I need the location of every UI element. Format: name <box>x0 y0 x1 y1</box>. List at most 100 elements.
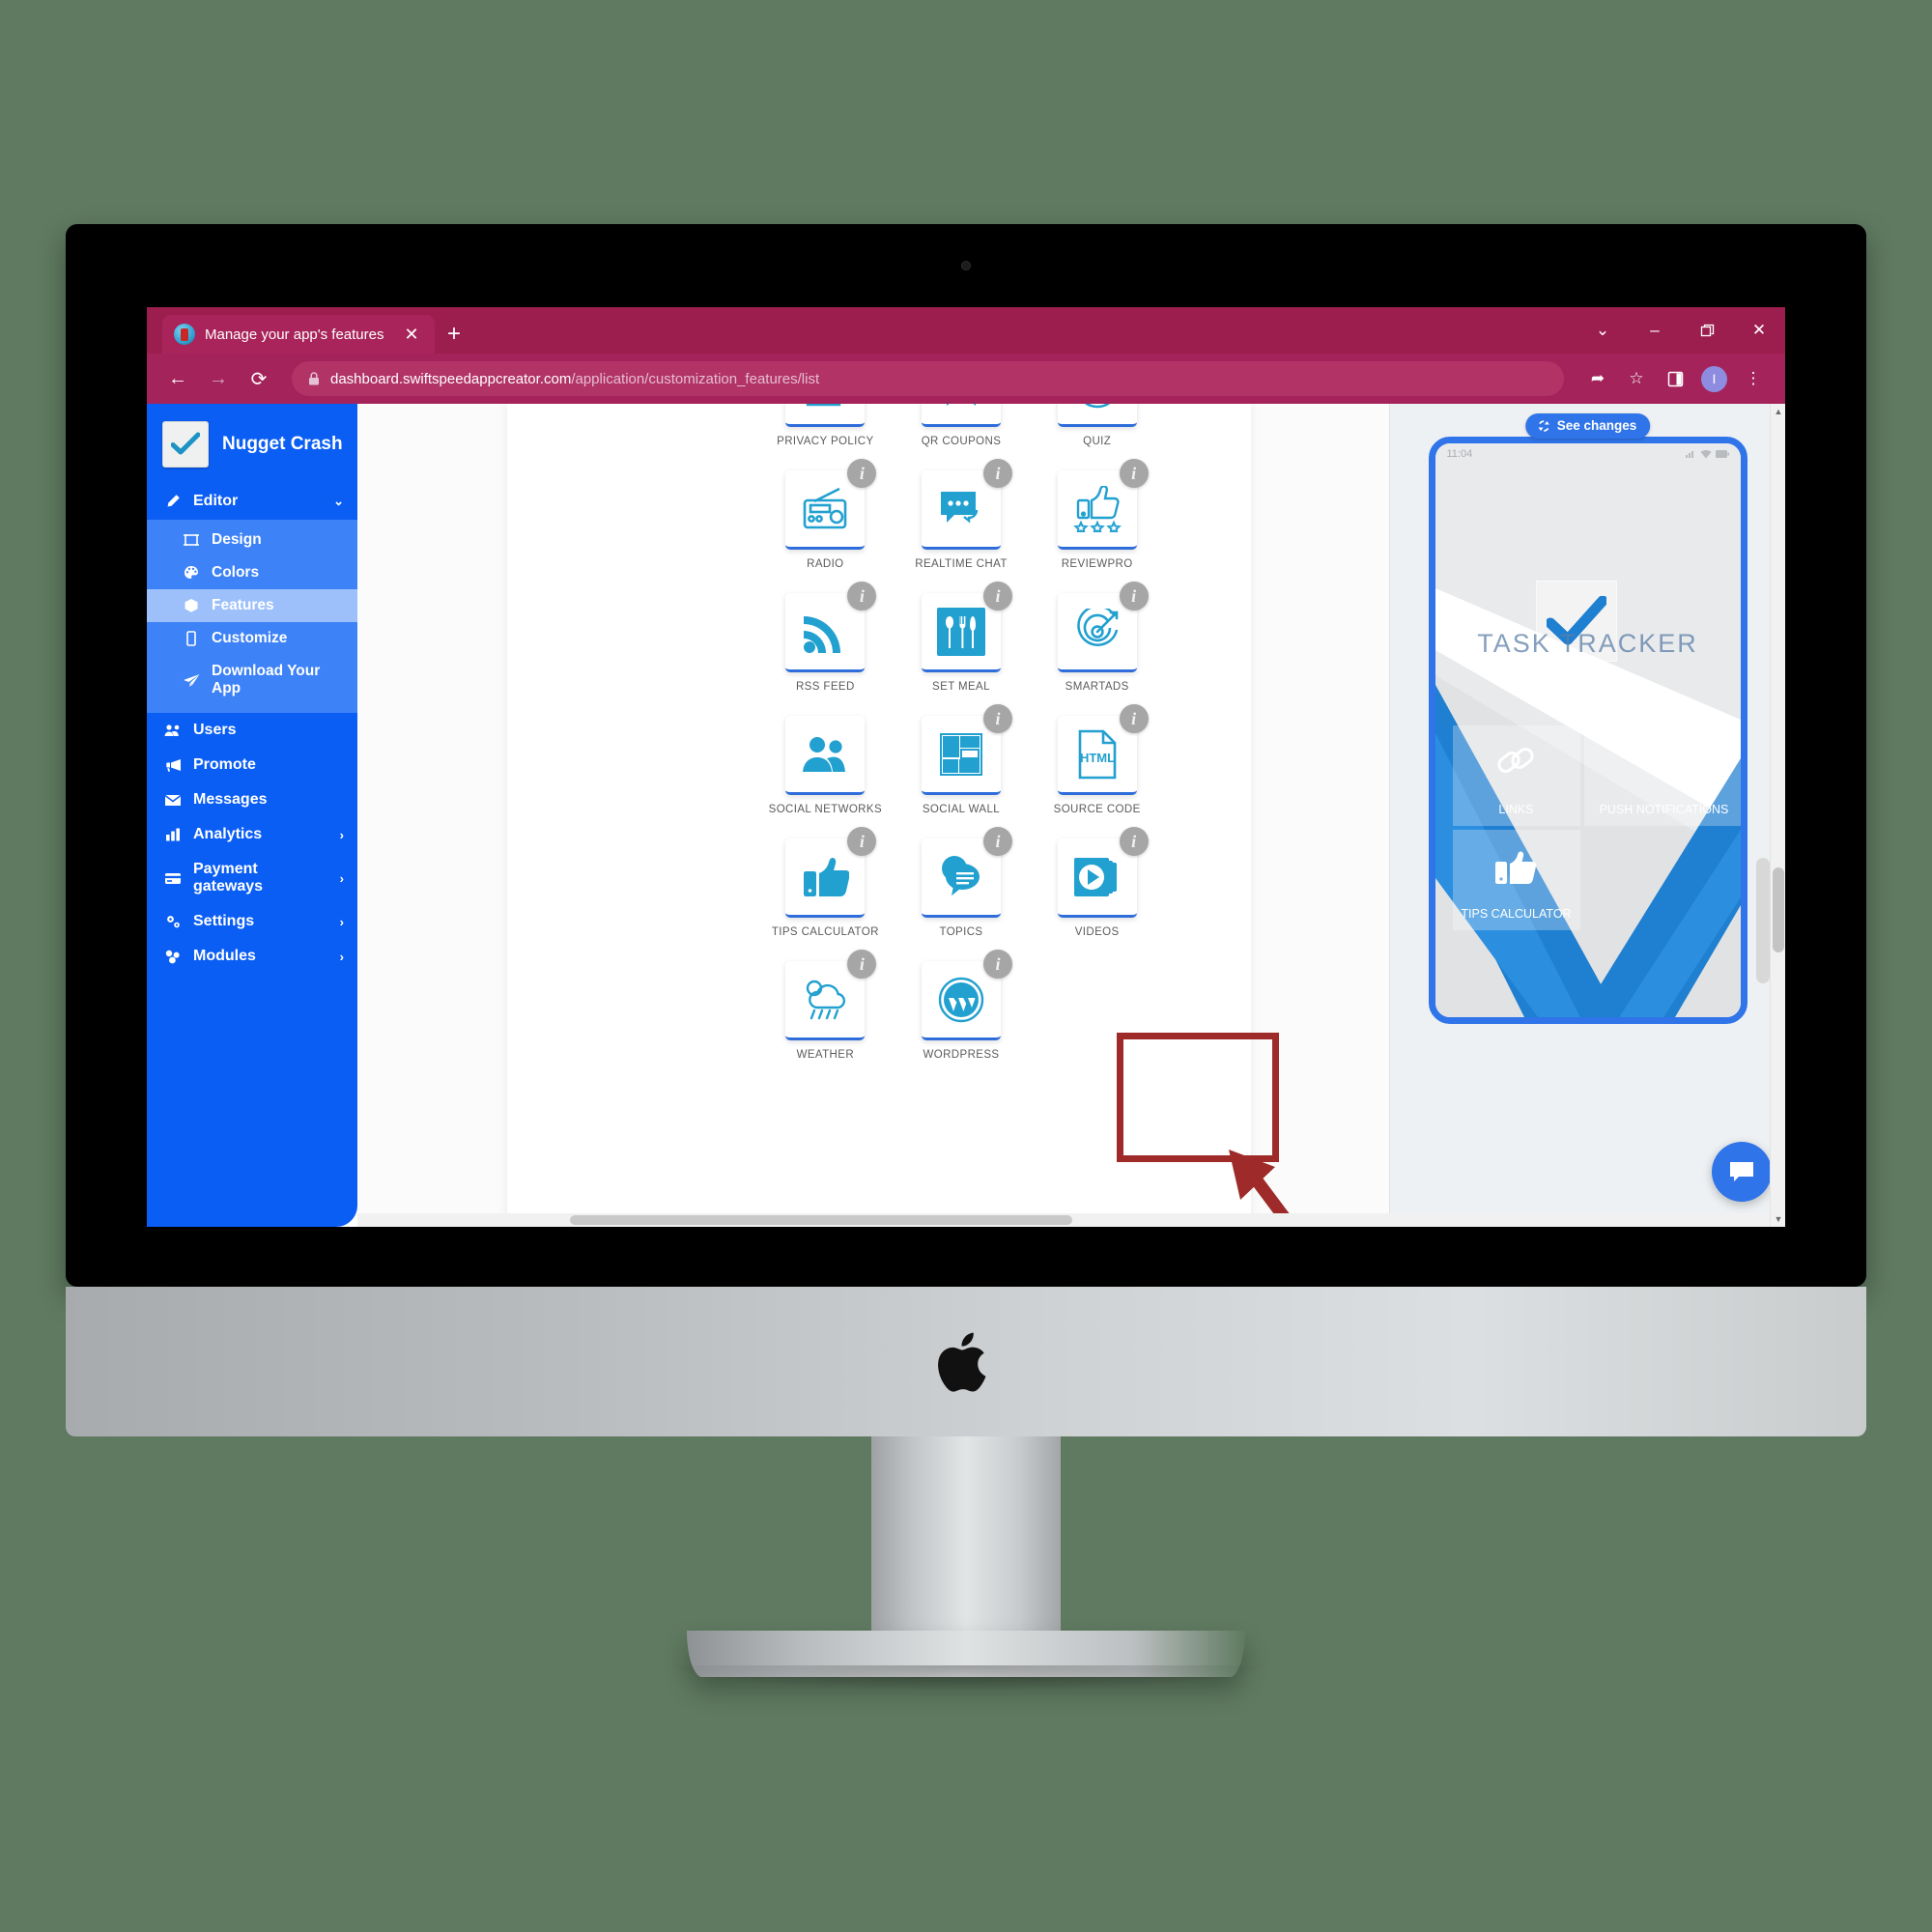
thumbs-up-phone-icon <box>1493 847 1540 891</box>
thumbs-up-phone-icon <box>801 855 850 899</box>
thumbs-up-stars-icon <box>1072 485 1122 532</box>
info-badge[interactable]: i <box>982 827 1012 856</box>
monitor-chin <box>66 1287 1866 1436</box>
preview-tile-links[interactable]: LINKS <box>1452 725 1580 826</box>
back-icon[interactable]: ← <box>160 361 195 396</box>
chat-fab-button[interactable] <box>1712 1142 1772 1202</box>
preview-tile-push-notifications[interactable]: PUSH NOTIFICATIONS <box>1583 725 1741 826</box>
page-scrollbar[interactable]: ▲ ▼ <box>1770 404 1785 1227</box>
feature-tile-privacy-policy[interactable] <box>785 404 866 427</box>
sidebar-group-editor[interactable]: Editor ⌄ <box>147 483 357 520</box>
feature-cell: HTML i SOURCE CODE <box>1035 704 1159 815</box>
close-icon[interactable]: ✕ <box>400 323 423 346</box>
info-badge[interactable]: i <box>1119 827 1149 856</box>
feature-tile-set-meal[interactable]: i <box>921 582 1012 672</box>
sidebar-item-download-your-app-label: Download Your App <box>212 663 321 696</box>
feature-tile-smartads[interactable]: i <box>1057 582 1149 672</box>
feature-tile-qr-coupons[interactable] <box>921 404 1001 427</box>
feature-cell: QUIZ <box>1035 404 1159 447</box>
info-badge[interactable]: i <box>847 950 877 979</box>
info-badge[interactable]: i <box>847 582 877 611</box>
feature-cell: i WEATHER <box>763 950 888 1061</box>
info-badge[interactable]: i <box>982 950 1012 979</box>
app-preview-panel: See changes 11:04 TASK TRACKER LINKS PUS… <box>1389 404 1785 1227</box>
feature-tile-tips-calculator[interactable]: i <box>785 827 877 918</box>
feature-label: REALTIME CHAT <box>915 558 1008 570</box>
scrollbar-thumb[interactable] <box>1773 867 1784 952</box>
feature-tile-videos[interactable]: i <box>1057 827 1149 918</box>
feature-tile-social-wall[interactable]: i <box>921 704 1012 795</box>
info-badge[interactable]: i <box>1119 704 1149 733</box>
sidebar-item-promote[interactable]: Promote <box>147 748 357 782</box>
reload-icon[interactable]: ⟳ <box>242 361 276 396</box>
sidebar-item-messages[interactable]: Messages <box>147 782 357 817</box>
feature-tile-rss-feed[interactable]: i <box>785 582 877 672</box>
feature-tile-realtime-chat[interactable]: i <box>921 459 1012 550</box>
paper-plane-icon <box>182 673 201 688</box>
feature-tile-reviewpro[interactable]: i <box>1057 459 1149 550</box>
feature-tile-quiz[interactable] <box>1057 404 1137 427</box>
address-bar[interactable]: dashboard.swiftspeedappcreator.com/appli… <box>292 361 1564 396</box>
window-controls: ⌄ – ✕ <box>1577 307 1785 354</box>
bookmark-icon <box>943 404 980 410</box>
preview-tile-tips-calculator[interactable]: TIPS CALCULATOR <box>1452 830 1580 930</box>
sidebar-item-download-your-app[interactable]: Download Your App <box>147 655 357 705</box>
feature-cell: i SMARTADS <box>1035 582 1159 693</box>
envelope-icon <box>163 794 183 807</box>
sidebar-item-features[interactable]: Features <box>147 589 357 622</box>
sidebar-item-modules-label: Modules <box>193 948 256 964</box>
preview-scrollbar[interactable] <box>1756 858 1770 983</box>
browser-tab[interactable]: Manage your app's features ✕ <box>162 315 435 354</box>
feature-tile-topics[interactable]: i <box>921 827 1012 918</box>
sidebar-item-modules[interactable]: Modules › <box>147 939 357 974</box>
profile-avatar[interactable]: I <box>1701 365 1727 392</box>
share-icon[interactable]: ➦ <box>1579 360 1616 397</box>
new-tab-button[interactable]: + <box>435 315 473 354</box>
chevron-right-icon: › <box>339 827 344 842</box>
megaphone-icon <box>1639 743 1690 784</box>
see-changes-button[interactable]: See changes <box>1524 413 1651 439</box>
feature-label: SET MEAL <box>932 681 990 693</box>
app-name: Nugget Crash <box>222 434 343 454</box>
sidebar-item-analytics[interactable]: Analytics › <box>147 817 357 852</box>
star-icon[interactable]: ☆ <box>1618 360 1655 397</box>
layout-grid-icon <box>938 731 984 778</box>
sidebar-item-design[interactable]: Design <box>147 524 357 556</box>
gears-icon <box>163 914 183 929</box>
info-badge[interactable]: i <box>982 459 1012 488</box>
feature-tile-source-code[interactable]: HTML i <box>1057 704 1149 795</box>
info-badge[interactable]: i <box>1119 582 1149 611</box>
feature-tile-radio[interactable]: i <box>785 459 877 550</box>
minimize-icon[interactable]: – <box>1629 307 1681 354</box>
info-badge[interactable]: i <box>847 827 877 856</box>
status-icons <box>1685 449 1729 459</box>
horizontal-scrollbar-thumb[interactable] <box>570 1215 1072 1225</box>
close-window-icon[interactable]: ✕ <box>1733 307 1785 354</box>
sidebar-item-settings[interactable]: Settings › <box>147 904 357 939</box>
scroll-down-icon[interactable]: ▼ <box>1771 1211 1785 1227</box>
collections-icon[interactable] <box>1657 360 1693 397</box>
chat-bubble-icon <box>1730 1162 1753 1181</box>
info-badge[interactable]: i <box>1119 459 1149 488</box>
feature-tile-social-networks[interactable] <box>785 716 866 795</box>
info-badge[interactable]: i <box>982 704 1012 733</box>
sidebar-item-colors[interactable]: Colors <box>147 556 357 589</box>
feature-tile-wordpress[interactable]: i <box>921 950 1012 1040</box>
sidebar-item-customize[interactable]: Customize <box>147 622 357 655</box>
feature-label: SMARTADS <box>1065 681 1129 693</box>
forward-icon[interactable]: → <box>201 361 236 396</box>
chevron-down-icon[interactable]: ⌄ <box>1577 307 1629 354</box>
feature-tile-weather[interactable]: i <box>785 950 877 1040</box>
sidebar-item-payment-gateways[interactable]: Payment gateways › <box>147 852 357 904</box>
feature-label: RSS FEED <box>795 681 855 693</box>
sidebar-item-users[interactable]: Users <box>147 713 357 748</box>
brand-row[interactable]: Nugget Crash <box>147 404 357 483</box>
maximize-icon[interactable] <box>1681 307 1733 354</box>
info-badge[interactable]: i <box>847 459 877 488</box>
menu-icon[interactable]: ⋮ <box>1735 360 1772 397</box>
svg-text:HTML: HTML <box>1080 751 1115 765</box>
info-badge[interactable]: i <box>982 582 1012 611</box>
feature-cell: i TIPS CALCULATOR <box>763 827 888 938</box>
horizontal-scrollbar[interactable] <box>357 1213 1770 1227</box>
scroll-up-icon[interactable]: ▲ <box>1771 404 1785 419</box>
